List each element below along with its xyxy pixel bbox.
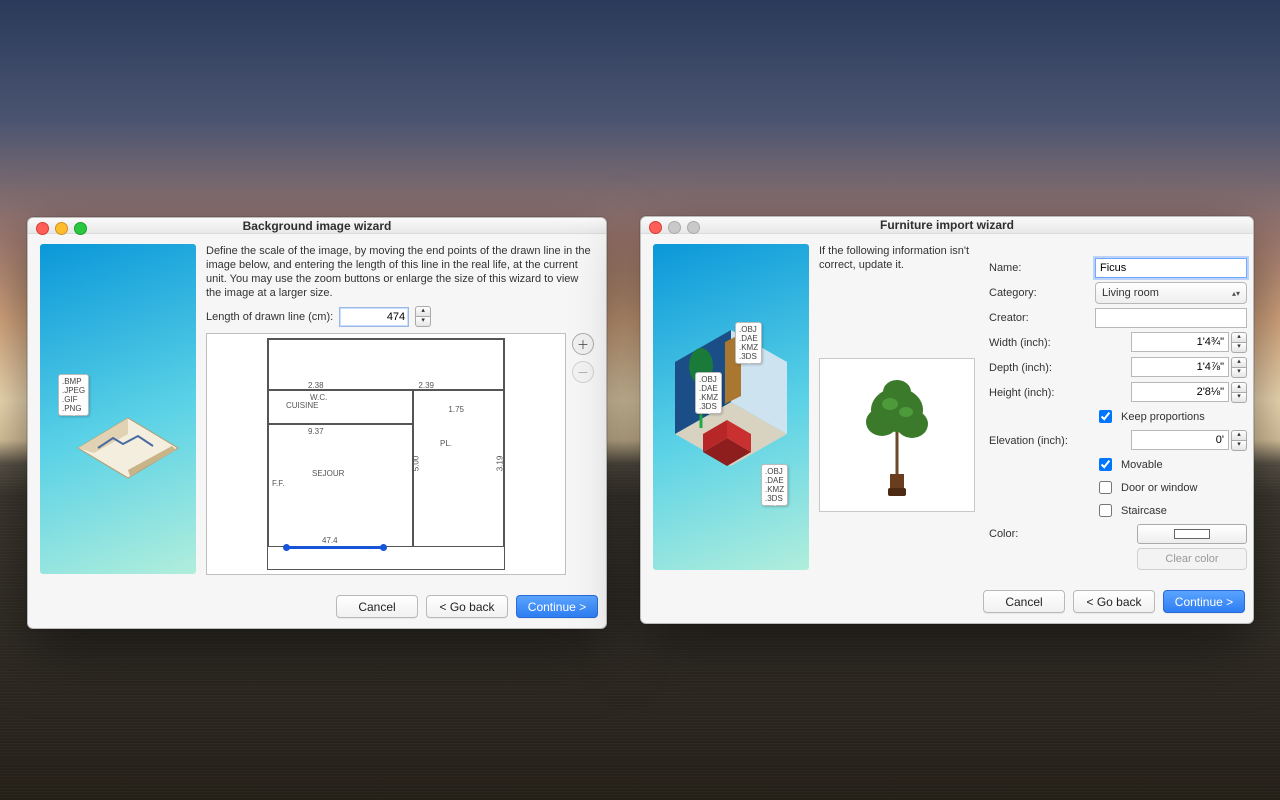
continue-button[interactable]: Continue > xyxy=(516,595,598,618)
floorplan-preview[interactable]: CUISINE SEJOUR W.C. PL. F.F. 9.37 2.38 2… xyxy=(206,333,566,575)
file-formats-tag: .OBJ .DAE .KMZ .3DS xyxy=(735,322,762,364)
name-input[interactable] xyxy=(1095,258,1247,278)
length-input[interactable] xyxy=(339,307,409,327)
cancel-button[interactable]: Cancel xyxy=(336,595,418,618)
cancel-button[interactable]: Cancel xyxy=(983,590,1065,613)
keep-proportions-label: Keep proportions xyxy=(1121,411,1205,423)
depth-label: Depth (inch): xyxy=(989,362,1087,374)
zoom-out-icon[interactable]: － xyxy=(572,361,594,383)
category-label: Category: xyxy=(989,287,1087,299)
staircase-label: Staircase xyxy=(1121,505,1167,517)
zoom-in-icon[interactable]: ＋ xyxy=(572,333,594,355)
file-formats-tag: .OBJ .DAE .KMZ .3DS xyxy=(761,464,788,506)
depth-stepper[interactable]: ▴▾ xyxy=(1231,357,1247,378)
scale-line[interactable] xyxy=(286,546,384,549)
length-stepper[interactable]: ▴▾ xyxy=(415,306,431,327)
width-stepper[interactable]: ▴▾ xyxy=(1231,332,1247,353)
elevation-input[interactable] xyxy=(1131,430,1229,450)
name-label: Name: xyxy=(989,262,1087,274)
titlebar[interactable]: Background image wizard xyxy=(28,218,606,234)
close-icon[interactable] xyxy=(36,222,49,235)
color-well[interactable] xyxy=(1137,524,1247,544)
instructions-text: Define the scale of the image, by moving… xyxy=(206,244,594,300)
creator-input[interactable] xyxy=(1095,308,1247,328)
width-label: Width (inch): xyxy=(989,337,1087,349)
door-window-checkbox[interactable] xyxy=(1099,481,1112,494)
go-back-button[interactable]: < Go back xyxy=(426,595,508,618)
movable-label: Movable xyxy=(1121,459,1163,471)
window-title: Background image wizard xyxy=(243,219,392,233)
go-back-button[interactable]: < Go back xyxy=(1073,590,1155,613)
movable-checkbox[interactable] xyxy=(1099,458,1112,471)
background-image-wizard-window: Background image wizard .BMP .JPEG .GIF … xyxy=(27,217,607,629)
blueprint-icon xyxy=(68,398,188,498)
keep-proportions-checkbox[interactable] xyxy=(1099,410,1112,423)
height-stepper[interactable]: ▴▾ xyxy=(1231,382,1247,403)
elevation-label: Elevation (inch): xyxy=(989,435,1087,447)
model-preview[interactable] xyxy=(819,358,975,512)
close-icon[interactable] xyxy=(649,221,662,234)
window-title: Furniture import wizard xyxy=(880,218,1014,232)
width-input[interactable] xyxy=(1131,332,1229,352)
instructions-text: If the following information isn't corre… xyxy=(819,244,975,272)
zoom-icon xyxy=(687,221,700,234)
ficus-tree-icon xyxy=(852,370,942,500)
titlebar[interactable]: Furniture import wizard xyxy=(641,217,1253,234)
depth-input[interactable] xyxy=(1131,357,1229,377)
height-input[interactable] xyxy=(1131,382,1229,402)
elevation-stepper[interactable]: ▴▾ xyxy=(1231,430,1247,451)
clear-color-button[interactable]: Clear color xyxy=(1137,548,1247,570)
wizard-sidebar-image: .BMP .JPEG .GIF .PNG xyxy=(40,244,196,574)
length-label: Length of drawn line (cm): xyxy=(206,311,333,323)
zoom-icon[interactable] xyxy=(74,222,87,235)
color-label: Color: xyxy=(989,528,1087,540)
wizard-sidebar-image: .OBJ .DAE .KMZ .3DS .OBJ .DAE .KMZ .3DS … xyxy=(653,244,809,570)
category-select[interactable]: Living room ▴▾ xyxy=(1095,282,1247,304)
creator-label: Creator: xyxy=(989,312,1087,324)
door-window-label: Door or window xyxy=(1121,482,1197,494)
minimize-icon xyxy=(668,221,681,234)
file-formats-tag: .OBJ .DAE .KMZ .3DS xyxy=(695,372,722,414)
height-label: Height (inch): xyxy=(989,387,1087,399)
continue-button[interactable]: Continue > xyxy=(1163,590,1245,613)
room-3d-icon xyxy=(653,244,809,570)
chevron-updown-icon: ▴▾ xyxy=(1232,289,1240,298)
minimize-icon[interactable] xyxy=(55,222,68,235)
staircase-checkbox[interactable] xyxy=(1099,504,1112,517)
furniture-import-wizard-window: Furniture import wizard xyxy=(640,216,1254,624)
